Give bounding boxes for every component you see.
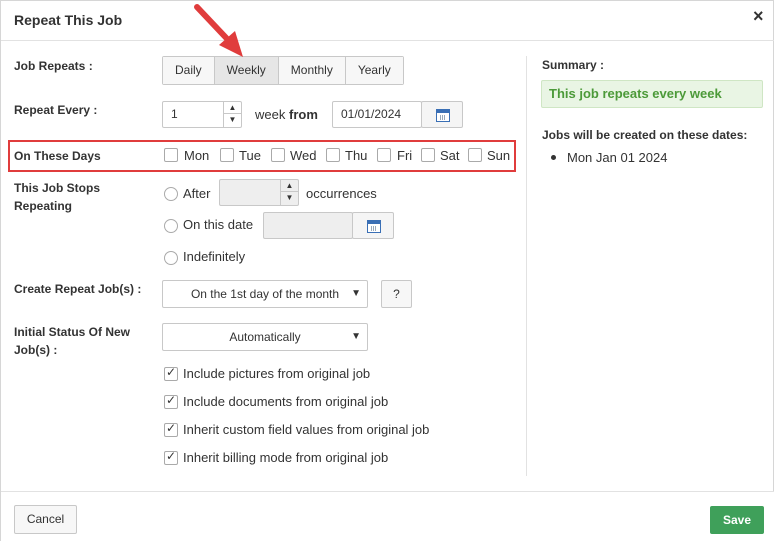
initial-status-label-line2: Job(s) : — [14, 343, 58, 357]
on-these-days-label: On These Days — [14, 149, 101, 163]
inherit-custom-fields-label: Inherit custom field values from origina… — [183, 422, 430, 437]
dialog-footer — [1, 491, 774, 542]
day-label-mon: Mon — [184, 148, 210, 163]
chevron-down-icon: ▼ — [351, 288, 361, 299]
inherit-billing-mode-label: Inherit billing mode from original job — [183, 450, 389, 465]
initial-status-select[interactable]: Automatically ▼ — [162, 323, 368, 351]
include-pictures-checkbox[interactable] — [164, 365, 178, 381]
calendar-icon — [367, 220, 381, 233]
bullet-icon — [551, 155, 556, 160]
repeat-interval-stepper[interactable]: 1 ▲ ▼ — [162, 101, 242, 128]
decrement-icon[interactable]: ▼ — [281, 192, 298, 204]
decrement-icon[interactable]: ▼ — [224, 114, 241, 126]
repeat-interval-value: 1 — [171, 107, 178, 121]
stop-indefinitely-label: Indefinitely — [183, 249, 246, 264]
chevron-down-icon: ▼ — [351, 331, 361, 342]
day-label-thu: Thu — [345, 148, 368, 163]
include-documents-label: Include documents from original job — [183, 394, 389, 409]
dates-heading: Jobs will be created on these dates: — [542, 128, 748, 142]
dialog-header: Repeat This Job × — [1, 1, 774, 41]
day-checkbox-mon[interactable] — [164, 148, 178, 162]
column-divider — [526, 56, 527, 476]
stop-on-date-label: On this date — [183, 217, 254, 232]
initial-status-value: Automatically — [229, 330, 301, 344]
end-date-field[interactable] — [263, 212, 353, 239]
create-repeat-value: On the 1st day of the month — [190, 287, 340, 301]
occurrences-stepper[interactable]: ▲ ▼ — [219, 179, 299, 206]
tab-yearly[interactable]: Yearly — [345, 57, 403, 84]
interval-spin-buttons: ▲ ▼ — [223, 102, 241, 127]
initial-status-label-line1: Initial Status Of New — [14, 325, 131, 339]
stops-label-line1: This Job Stops — [14, 181, 101, 195]
inherit-custom-fields-checkbox[interactable] — [164, 421, 178, 437]
created-date-item: Mon Jan 01 2024 — [567, 150, 668, 165]
day-checkbox-sun[interactable] — [468, 148, 482, 162]
summary-heading: Summary : — [542, 58, 605, 72]
start-date-value: 01/01/2024 — [341, 107, 402, 121]
day-label-tue: Tue — [239, 148, 261, 163]
dialog-title: Repeat This Job — [14, 12, 123, 28]
start-date-field[interactable]: 01/01/2024 — [332, 101, 422, 128]
repeat-every-label: Repeat Every : — [14, 103, 98, 117]
day-checkbox-sat[interactable] — [421, 148, 435, 162]
stop-on-date-radio[interactable] — [164, 219, 178, 233]
start-date-calendar-button[interactable] — [421, 101, 463, 128]
day-checkbox-thu[interactable] — [326, 148, 340, 162]
stop-after-label: After — [183, 186, 211, 201]
end-date-calendar-button[interactable] — [352, 212, 394, 239]
occurrences-label: occurrences — [306, 186, 377, 201]
repeat-job-dialog: Repeat This Job × Job Repeats : Daily We… — [0, 0, 774, 542]
include-pictures-label: Include pictures from original job — [183, 366, 371, 381]
inherit-billing-mode-checkbox[interactable] — [164, 449, 178, 465]
repeat-unit-text: week — [255, 107, 286, 122]
occurrences-spin-buttons: ▲ ▼ — [280, 180, 298, 205]
increment-icon[interactable]: ▲ — [281, 180, 298, 192]
stop-after-radio[interactable] — [164, 187, 178, 201]
cancel-button[interactable]: Cancel — [14, 505, 77, 534]
include-documents-checkbox[interactable] — [164, 393, 178, 409]
stops-label-line2: Repeating — [14, 199, 73, 213]
day-checkbox-tue[interactable] — [220, 148, 234, 162]
help-button[interactable]: ? — [381, 280, 412, 308]
day-checkbox-fri[interactable] — [377, 148, 391, 162]
increment-icon[interactable]: ▲ — [224, 102, 241, 114]
tab-monthly[interactable]: Monthly — [278, 57, 346, 84]
calendar-icon — [436, 109, 450, 122]
day-label-sun: Sun — [487, 148, 511, 163]
day-label-sat: Sat — [440, 148, 460, 163]
day-label-wed: Wed — [290, 148, 317, 163]
close-icon[interactable]: × — [753, 6, 764, 27]
save-button[interactable]: Save — [710, 506, 764, 534]
job-repeats-label: Job Repeats : — [14, 59, 93, 73]
create-repeat-select[interactable]: On the 1st day of the month ▼ — [162, 280, 368, 308]
create-repeat-label: Create Repeat Job(s) : — [14, 282, 142, 296]
annotation-arrow-icon — [194, 4, 243, 57]
from-text: from — [289, 107, 318, 122]
summary-text: This job repeats every week — [541, 80, 763, 108]
stop-indefinitely-radio[interactable] — [164, 251, 178, 265]
day-label-fri: Fri — [397, 148, 413, 163]
day-checkbox-wed[interactable] — [271, 148, 285, 162]
